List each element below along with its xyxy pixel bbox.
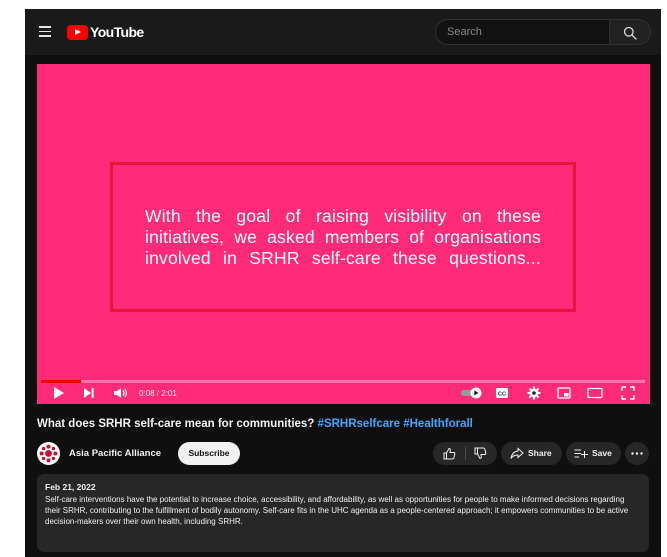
add-to-playlist-icon (574, 449, 588, 458)
like-dislike-group (433, 442, 497, 465)
slide-text: With the goal of raising visibility on t… (145, 205, 541, 268)
description-text: Self-care interventions have the potenti… (45, 495, 629, 527)
subscribe-button[interactable]: Subscribe (178, 442, 240, 465)
channel-logo-icon (39, 444, 58, 463)
volume-icon[interactable] (113, 386, 129, 400)
play-icon[interactable] (53, 386, 65, 400)
share-label: Share (528, 448, 552, 458)
search-input[interactable]: Search (435, 19, 609, 45)
save-label: Save (592, 448, 612, 458)
play-logo-icon (67, 24, 88, 40)
svg-text:CC: CC (498, 392, 506, 398)
thumbs-up-icon[interactable] (443, 447, 456, 460)
hashtag-link[interactable]: #SRHRselfcare (318, 418, 400, 430)
upload-date: Feb 21, 2022 (45, 482, 96, 492)
youtube-logo[interactable]: YouTube (67, 24, 144, 40)
video-title-text: What does SRHR self-care mean for commun… (37, 418, 315, 430)
channel-name[interactable]: Asia Pacific Alliance (69, 448, 161, 459)
player-controls: 0:08 / 2:01 CC (37, 384, 650, 404)
description-box[interactable]: Feb 21, 2022 Self-care interventions hav… (37, 474, 649, 552)
hashtag-link[interactable]: #Healthforall (403, 418, 473, 430)
progress-fill (41, 380, 81, 383)
more-actions-button[interactable] (625, 442, 649, 465)
more-horizontal-icon (631, 452, 643, 455)
next-icon[interactable] (83, 386, 95, 400)
menu-icon[interactable] (39, 26, 51, 37)
youtube-window: YouTube Search With the goal of raising … (25, 9, 661, 557)
top-bar: YouTube Search (25, 9, 661, 55)
slide-text-box: With the goal of raising visibility on t… (110, 162, 576, 312)
like-divider (465, 447, 466, 460)
channel-avatar[interactable] (37, 442, 60, 465)
progress-bar[interactable] (41, 380, 645, 383)
miniplayer-icon[interactable] (557, 386, 571, 400)
share-button[interactable]: Share (501, 442, 562, 465)
autoplay-toggle-icon[interactable] (460, 386, 484, 400)
video-title: What does SRHR self-care mean for commun… (37, 418, 473, 430)
save-button[interactable]: Save (566, 442, 621, 465)
search-button[interactable] (609, 19, 651, 45)
settings-gear-icon[interactable] (527, 386, 541, 400)
video-player[interactable]: With the goal of raising visibility on t… (37, 64, 650, 404)
search-icon (623, 26, 637, 40)
captions-icon[interactable]: CC (495, 386, 509, 400)
fullscreen-icon[interactable] (621, 386, 635, 400)
share-arrow-icon (510, 447, 524, 459)
theater-mode-icon[interactable] (587, 386, 603, 400)
logo-text: YouTube (90, 24, 144, 40)
time-display: 0:08 / 2:01 (139, 389, 177, 398)
thumbs-down-icon[interactable] (474, 447, 487, 460)
